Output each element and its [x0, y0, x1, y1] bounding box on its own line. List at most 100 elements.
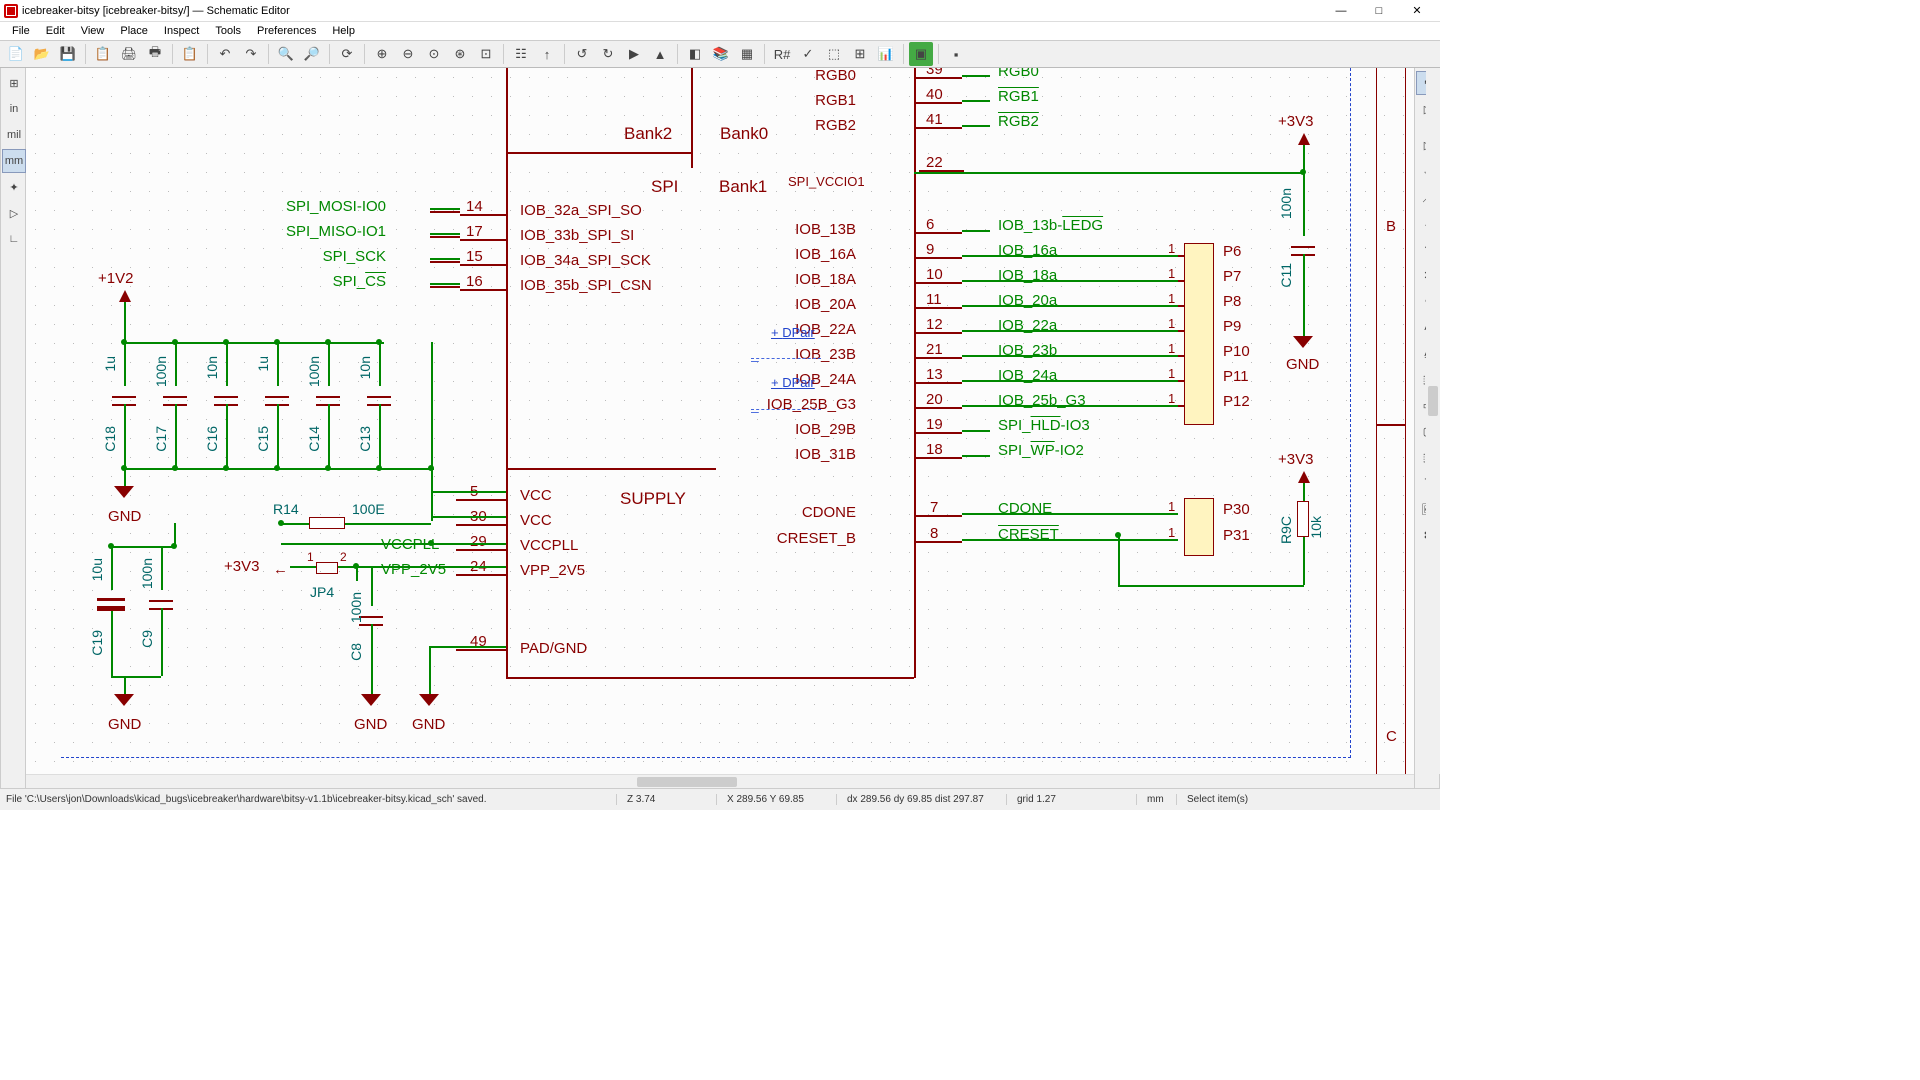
- undo-icon[interactable]: ↶: [213, 42, 237, 66]
- erc-icon[interactable]: ✓: [796, 42, 820, 66]
- page-settings-icon[interactable]: 📋: [91, 42, 115, 66]
- zoom-out-icon[interactable]: ⊖: [396, 42, 420, 66]
- leave-sheet-icon[interactable]: ↑: [535, 42, 559, 66]
- menu-edit[interactable]: Edit: [38, 24, 73, 38]
- units-mm-icon[interactable]: mm: [2, 149, 26, 173]
- mirror-v-icon[interactable]: ▶: [622, 42, 646, 66]
- free-angle-icon[interactable]: ∟: [2, 227, 26, 251]
- menu-help[interactable]: Help: [324, 24, 363, 38]
- gnd-label-3: GND: [354, 716, 387, 733]
- gnd-icon-5: [1293, 336, 1313, 348]
- hidden-pins-icon[interactable]: ▷: [2, 201, 26, 225]
- dpair-2: + DPair: [771, 375, 815, 390]
- bom-icon[interactable]: 📊: [874, 42, 898, 66]
- zoom-objects-icon[interactable]: ⊛: [448, 42, 472, 66]
- rotate-cw-icon[interactable]: ↻: [596, 42, 620, 66]
- schematic-canvas[interactable]: B C Bank2 Bank0 SPI Bank1 SUPPLY SPI_MOS…: [26, 68, 1414, 788]
- status-grid: grid 1.27: [1006, 794, 1136, 805]
- gnd-icon-4: [419, 694, 439, 706]
- pcb-icon[interactable]: ▣: [909, 42, 933, 66]
- new-icon[interactable]: 📄: [4, 42, 28, 66]
- horizontal-scrollbar[interactable]: [26, 774, 1414, 788]
- redo-icon[interactable]: ↷: [239, 42, 263, 66]
- footprint-editor-icon[interactable]: ▦: [735, 42, 759, 66]
- replace-icon[interactable]: 🔎: [300, 42, 324, 66]
- zoom-fit-icon[interactable]: ⊙: [422, 42, 446, 66]
- annotate-icon[interactable]: R#: [770, 42, 794, 66]
- status-xy: X 289.56 Y 69.85: [716, 794, 836, 805]
- r9-ref: R9C: [1278, 516, 1294, 544]
- ic-right: [914, 68, 916, 678]
- mirror-h-icon[interactable]: ▲: [648, 42, 672, 66]
- cursor-full-icon[interactable]: ✦: [2, 175, 26, 199]
- gnd-icon: [114, 486, 134, 498]
- resistor-symbol: [309, 517, 345, 529]
- edit-fields-icon[interactable]: ⊞: [848, 42, 872, 66]
- main-toolbar: 📄 📂 💾 📋 🖨 🖶 📋 ↶ ↷ 🔍 🔎 ⟳ ⊕ ⊖ ⊙ ⊛ ⊡ ☷ ↑ ↺ …: [0, 40, 1440, 68]
- titlebar: icebreaker-bitsy [icebreaker-bitsy/] — S…: [0, 0, 1440, 22]
- paste-icon[interactable]: 📋: [178, 42, 202, 66]
- jumper-symbol: [316, 562, 338, 574]
- menu-tools[interactable]: Tools: [207, 24, 249, 38]
- menubar: File Edit View Place Inspect Tools Prefe…: [0, 22, 1440, 40]
- window-title: icebreaker-bitsy [icebreaker-bitsy/] — S…: [22, 5, 290, 17]
- status-zoom: Z 3.74: [616, 794, 716, 805]
- save-icon[interactable]: 💾: [56, 42, 80, 66]
- ic-mid: [691, 68, 693, 168]
- symbol-browser-icon[interactable]: 📚: [709, 42, 733, 66]
- arrow-left-icon: ←: [273, 561, 288, 578]
- plot-icon[interactable]: 🖶: [143, 42, 167, 66]
- units-in-icon[interactable]: in: [2, 97, 26, 121]
- gnd-icon-3: [361, 694, 381, 706]
- rotate-ccw-icon[interactable]: ↺: [570, 42, 594, 66]
- c11-ref: C11: [1278, 263, 1294, 288]
- symbol-editor-icon[interactable]: ◧: [683, 42, 707, 66]
- dpair-1: + DPair: [771, 325, 815, 340]
- menu-place[interactable]: Place: [112, 24, 156, 38]
- menu-inspect[interactable]: Inspect: [156, 24, 207, 38]
- gnd-label-5: GND: [1286, 356, 1319, 373]
- vccio-label: SPI_VCCIO1: [788, 174, 865, 189]
- v1p2-label: +1V2: [98, 270, 133, 287]
- r9-val: 10k: [1308, 516, 1324, 539]
- menu-preferences[interactable]: Preferences: [249, 24, 324, 38]
- zoom-selection-icon[interactable]: ⊡: [474, 42, 498, 66]
- menu-view[interactable]: View: [73, 24, 113, 38]
- ic-bottom: [506, 677, 914, 679]
- bank1-label: Bank1: [719, 177, 767, 197]
- r14-val: 100E: [352, 501, 385, 517]
- header-p30-symbol: [1184, 498, 1214, 556]
- print-icon[interactable]: 🖨: [117, 42, 141, 66]
- status-dxy: dx 289.56 dy 69.85 dist 297.87: [836, 794, 1006, 805]
- margin-b: B: [1386, 218, 1396, 235]
- close-button[interactable]: ✕: [1398, 0, 1436, 22]
- zoom-in-icon[interactable]: ⊕: [370, 42, 394, 66]
- console-icon[interactable]: ▪: [944, 42, 968, 66]
- v3p3-label-1: +3V3: [224, 558, 259, 575]
- hierarchy-icon[interactable]: ☷: [509, 42, 533, 66]
- menu-file[interactable]: File: [4, 24, 38, 38]
- units-mil-icon[interactable]: mil: [2, 123, 26, 147]
- refresh-icon[interactable]: ⟳: [335, 42, 359, 66]
- grid-toggle-icon[interactable]: ⊞: [2, 71, 26, 95]
- v3p3-label-2: +3V3: [1278, 113, 1313, 130]
- status-bar: File 'C:\Users\jon\Downloads\kicad_bugs\…: [0, 788, 1440, 810]
- r14-ref: R14: [273, 501, 299, 517]
- minimize-button[interactable]: —: [1322, 0, 1360, 22]
- left-toolbar: ⊞ in mil mm ✦ ▷ ∟: [0, 68, 26, 788]
- status-unit: mm: [1136, 794, 1176, 805]
- ic-div: [506, 152, 691, 154]
- open-icon[interactable]: 📂: [30, 42, 54, 66]
- c11-val: 100n: [1278, 188, 1294, 219]
- net-SPI_SCK: SPI_SCK: [323, 248, 386, 265]
- app-icon: [4, 4, 18, 18]
- jp4-ref: JP4: [310, 584, 334, 600]
- vertical-scrollbar[interactable]: [1426, 68, 1440, 774]
- bank0-label: Bank0: [720, 124, 768, 144]
- maximize-button[interactable]: □: [1360, 0, 1398, 22]
- assign-footprints-icon[interactable]: ⬚: [822, 42, 846, 66]
- supply-label: SUPPLY: [620, 489, 686, 509]
- header-p-symbol: [1184, 243, 1214, 425]
- arrow-icon: [119, 290, 131, 302]
- find-icon[interactable]: 🔍: [274, 42, 298, 66]
